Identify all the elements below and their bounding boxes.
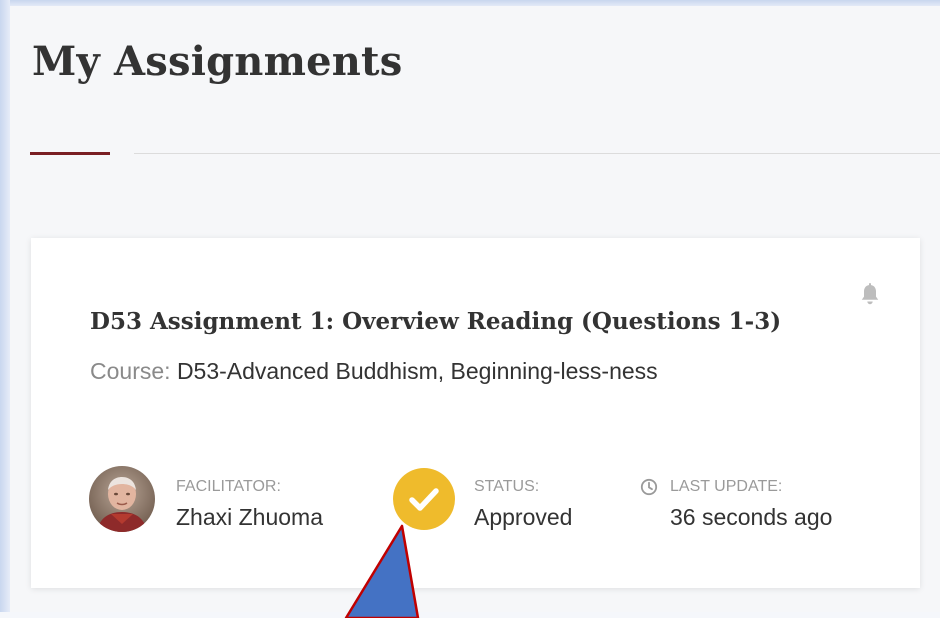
course-label: Course: bbox=[90, 358, 171, 384]
facilitator-avatar bbox=[89, 466, 155, 532]
status-label: STATUS: bbox=[474, 478, 540, 495]
title-divider-line bbox=[134, 153, 940, 154]
status-value: Approved bbox=[474, 504, 573, 530]
last-update-value: 36 seconds ago bbox=[670, 504, 833, 530]
annotation-arrow bbox=[344, 524, 420, 618]
check-circle-icon bbox=[393, 468, 455, 530]
assignment-title[interactable]: D53 Assignment 1: Overview Reading (Ques… bbox=[90, 308, 781, 335]
window-frame-left bbox=[0, 0, 10, 612]
assignment-card[interactable]: D53 Assignment 1: Overview Reading (Ques… bbox=[31, 238, 920, 588]
bell-icon[interactable] bbox=[858, 282, 882, 308]
clock-icon bbox=[640, 478, 658, 496]
last-update-label-row: LAST UPDATE: bbox=[640, 478, 832, 496]
course-info: Course: D53-Advanced Buddhism, Beginning… bbox=[90, 358, 658, 385]
status-info: STATUS: Approved bbox=[474, 478, 572, 531]
course-name: D53-Advanced Buddhism, Beginning-less-ne… bbox=[176, 358, 658, 384]
facilitator-name: Zhaxi Zhuoma bbox=[176, 504, 324, 530]
page-title: My Assignments bbox=[32, 38, 403, 85]
last-update-label: LAST UPDATE: bbox=[670, 478, 783, 495]
title-divider-accent bbox=[30, 152, 110, 155]
assignments-page: My Assignments D53 Assignment 1: Overvie… bbox=[10, 6, 940, 618]
facilitator-label: FACILITATOR: bbox=[176, 478, 281, 495]
last-update-info: LAST UPDATE: 36 seconds ago bbox=[640, 478, 832, 531]
facilitator-info: FACILITATOR: Zhaxi Zhuoma bbox=[176, 478, 323, 531]
